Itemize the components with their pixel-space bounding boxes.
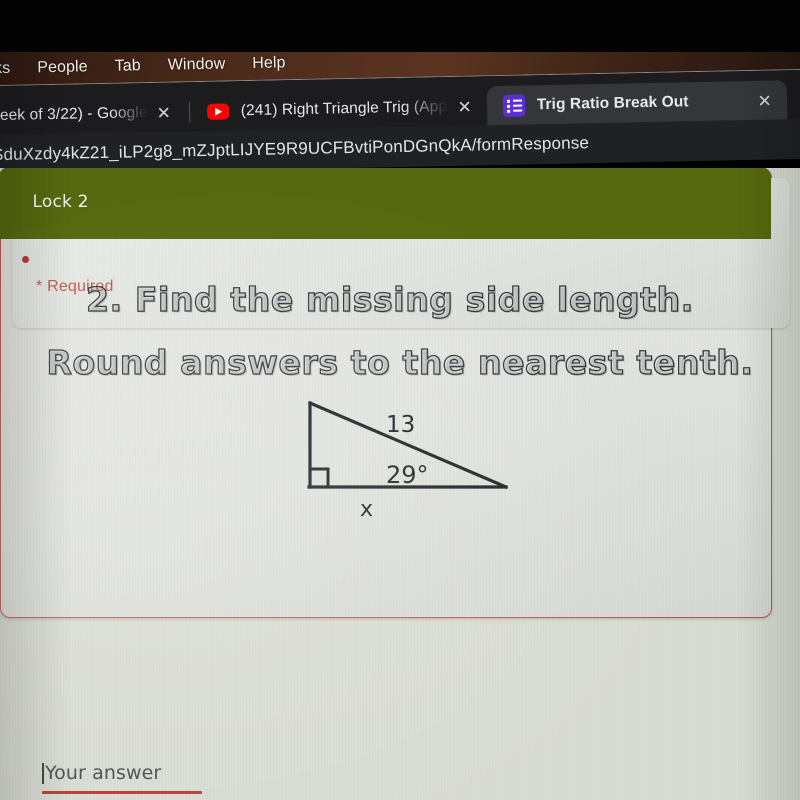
- angle-label: 29°: [386, 461, 429, 489]
- answer-input[interactable]: Your answer: [42, 762, 210, 794]
- tab-title: (Week of 3/22) - Google: [0, 104, 148, 125]
- youtube-icon: [206, 100, 229, 122]
- text-caret: [42, 763, 44, 784]
- google-forms-icon: [502, 94, 525, 117]
- right-triangle-diagram: 13 29° x: [278, 399, 538, 529]
- close-icon[interactable]: ✕: [147, 103, 180, 122]
- tab-title: (241) Right Triangle Trig (Appli: [240, 98, 449, 120]
- close-icon[interactable]: ✕: [748, 91, 781, 110]
- menu-item-people[interactable]: People: [37, 58, 88, 77]
- photographed-screen: ks People Tab Window Help (Week of 3/22)…: [0, 0, 800, 800]
- close-icon[interactable]: ✕: [448, 97, 481, 116]
- screen-bezel-top: [0, 0, 800, 52]
- required-asterisk: [22, 256, 29, 263]
- menu-item-tab[interactable]: Tab: [114, 57, 140, 76]
- menu-item-bookmarks[interactable]: ks: [0, 59, 10, 77]
- answer-underline: [42, 791, 202, 794]
- url-text: SduXzdy4kZ21_iLP2g8_mZJptLIJYE9R9UCFBvti…: [0, 133, 590, 165]
- hypotenuse-label: 13: [386, 412, 416, 438]
- menu-item-help[interactable]: Help: [252, 54, 286, 73]
- base-label: x: [360, 497, 374, 522]
- tab-title: Trig Ratio Break Out: [536, 93, 689, 114]
- question-card: Lock 2 2. Find the missing side length. …: [0, 168, 772, 794]
- tab-divider: [188, 102, 191, 123]
- menu-item-window[interactable]: Window: [168, 55, 226, 74]
- question-text-line-2: Round answers to the nearest tenth.: [46, 342, 754, 382]
- section-header-label: Lock 2: [32, 191, 89, 212]
- section-header: Lock 2: [0, 168, 771, 239]
- google-form-page: Trig Ratio Break Out * Required Lock 2 2…: [0, 168, 800, 800]
- answer-placeholder: Your answer: [45, 762, 162, 784]
- tab-google-week-of-3-22[interactable]: (Week of 3/22) - Google ✕: [0, 92, 186, 136]
- question-text-line-1: 2. Find the missing side length.: [85, 279, 694, 319]
